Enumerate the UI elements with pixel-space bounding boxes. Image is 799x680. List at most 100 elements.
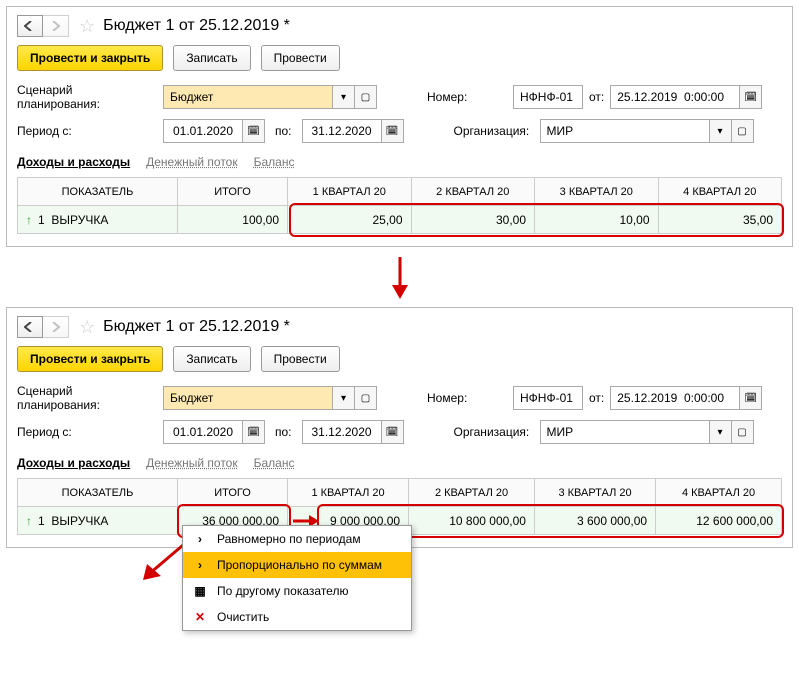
date-input[interactable] <box>610 85 740 109</box>
close-icon: ✕ <box>193 610 207 624</box>
q2-cell[interactable]: 10 800 000,00 <box>409 507 535 535</box>
q3-cell[interactable]: 10,00 <box>535 206 659 234</box>
up-arrow-icon: ↑ <box>26 213 32 227</box>
nav-forward-button[interactable] <box>43 316 69 338</box>
org-open-icon[interactable]: ▢ <box>732 119 754 143</box>
col-indicator: ПОКАЗАТЕЛЬ <box>18 178 178 206</box>
calendar-icon[interactable]: 🗓 <box>740 85 762 109</box>
period-from-label: Период с: <box>17 425 157 439</box>
col-indicator: ПОКАЗАТЕЛЬ <box>18 479 178 507</box>
tab-balance[interactable]: Баланс <box>254 456 295 470</box>
indicator-cell: ↑1 ВЫРУЧКА <box>18 206 178 234</box>
from-date-label: от: <box>589 90 604 104</box>
col-q4: 4 КВАРТАЛ 20 <box>658 178 782 206</box>
tab-income-expense[interactable]: Доходы и расходы <box>17 155 130 169</box>
from-date-label: от: <box>589 391 604 405</box>
period-from-input[interactable] <box>163 420 243 444</box>
q4-cell[interactable]: 35,00 <box>658 206 782 234</box>
col-q1: 1 КВАРТАЛ 20 <box>288 479 409 507</box>
favorite-star-icon[interactable]: ☆ <box>79 16 95 37</box>
indicator-cell: ↑1 ВЫРУЧКА <box>18 507 178 535</box>
org-dropdown-icon[interactable]: ▾ <box>710 420 732 444</box>
chevron-right-icon: › <box>193 532 207 546</box>
nav-back-button[interactable] <box>17 15 43 37</box>
save-button[interactable]: Записать <box>173 346 250 372</box>
page-title: Бюджет 1 от 25.12.2019 * <box>103 17 290 35</box>
chevron-right-icon: › <box>193 558 207 572</box>
calendar-icon[interactable]: 🗓 <box>740 386 762 410</box>
org-input[interactable] <box>540 119 710 143</box>
col-q4: 4 КВАРТАЛ 20 <box>656 479 782 507</box>
date-input[interactable] <box>610 386 740 410</box>
col-total: ИТОГО <box>178 178 288 206</box>
col-q3: 3 КВАРТАЛ 20 <box>534 479 655 507</box>
tab-balance[interactable]: Баланс <box>254 155 295 169</box>
menu-item-proportional[interactable]: › Пропорционально по суммам <box>183 552 411 578</box>
period-from-label: Период с: <box>17 124 157 138</box>
table-header-row: ПОКАЗАТЕЛЬ ИТОГО 1 КВАРТАЛ 20 2 КВАРТАЛ … <box>18 479 782 507</box>
menu-item-other-indicator[interactable]: ▦ По другому показателю <box>183 578 411 604</box>
post-button[interactable]: Провести <box>261 45 340 71</box>
org-label: Организация: <box>454 124 534 138</box>
tab-cashflow[interactable]: Денежный поток <box>146 456 237 470</box>
budget-panel-after: ☆ Бюджет 1 от 25.12.2019 * Провести и за… <box>6 307 793 548</box>
calendar-icon[interactable]: 🗓 <box>243 420 265 444</box>
scenario-open-icon[interactable]: ▢ <box>355 386 377 410</box>
arrow-down-icon <box>385 255 415 299</box>
col-q1: 1 КВАРТАЛ 20 <box>288 178 412 206</box>
q4-cell[interactable]: 12 600 000,00 <box>656 507 782 535</box>
post-and-close-button[interactable]: Провести и закрыть <box>17 45 163 71</box>
col-total: ИТОГО <box>178 479 288 507</box>
scenario-open-icon[interactable]: ▢ <box>355 85 377 109</box>
table-header-row: ПОКАЗАТЕЛЬ ИТОГО 1 КВАРТАЛ 20 2 КВАРТАЛ … <box>18 178 782 206</box>
menu-item-label: По другому показателю <box>217 584 348 598</box>
budget-table: ПОКАЗАТЕЛЬ ИТОГО 1 КВАРТАЛ 20 2 КВАРТАЛ … <box>17 177 782 234</box>
calendar-icon[interactable]: 🗓 <box>382 420 404 444</box>
post-button[interactable]: Провести <box>261 346 340 372</box>
period-to-input[interactable] <box>302 119 382 143</box>
tab-cashflow[interactable]: Денежный поток <box>146 155 237 169</box>
total-cell[interactable]: 100,00 <box>178 206 288 234</box>
post-and-close-button[interactable]: Провести и закрыть <box>17 346 163 372</box>
q3-cell[interactable]: 3 600 000,00 <box>534 507 655 535</box>
page-title: Бюджет 1 от 25.12.2019 * <box>103 318 290 336</box>
number-input[interactable] <box>513 386 583 410</box>
col-q2: 2 КВАРТАЛ 20 <box>409 479 535 507</box>
nav-forward-button[interactable] <box>43 15 69 37</box>
menu-item-label: Очистить <box>217 610 269 624</box>
table-row[interactable]: ↑1 ВЫРУЧКА 100,00 25,00 30,00 10,00 35,0… <box>18 206 782 234</box>
scenario-label: Сценарий планирования: <box>17 384 157 412</box>
org-open-icon[interactable]: ▢ <box>732 420 754 444</box>
period-from-input[interactable] <box>163 119 243 143</box>
scenario-dropdown-icon[interactable]: ▾ <box>333 386 355 410</box>
grid-icon: ▦ <box>193 584 207 598</box>
col-q3: 3 КВАРТАЛ 20 <box>535 178 659 206</box>
tab-income-expense[interactable]: Доходы и расходы <box>17 456 130 470</box>
menu-item-even[interactable]: › Равномерно по периодам <box>183 526 411 552</box>
nav-back-button[interactable] <box>17 316 43 338</box>
budget-panel-before: ☆ Бюджет 1 от 25.12.2019 * Провести и за… <box>6 6 793 247</box>
period-to-input[interactable] <box>302 420 382 444</box>
calendar-icon[interactable]: 🗓 <box>243 119 265 143</box>
menu-item-label: Равномерно по периодам <box>217 532 361 546</box>
scenario-input[interactable] <box>163 386 333 410</box>
q2-cell[interactable]: 30,00 <box>411 206 535 234</box>
period-to-label: по: <box>275 124 292 138</box>
number-input[interactable] <box>513 85 583 109</box>
up-arrow-icon: ↑ <box>26 514 32 528</box>
org-dropdown-icon[interactable]: ▾ <box>710 119 732 143</box>
scenario-label: Сценарий планирования: <box>17 83 157 111</box>
col-q2: 2 КВАРТАЛ 20 <box>411 178 535 206</box>
menu-item-label: Пропорционально по суммам <box>217 558 382 572</box>
number-label: Номер: <box>427 90 507 104</box>
scenario-dropdown-icon[interactable]: ▾ <box>333 85 355 109</box>
menu-item-clear[interactable]: ✕ Очистить <box>183 604 411 630</box>
org-input[interactable] <box>540 420 710 444</box>
period-to-label: по: <box>275 425 292 439</box>
context-menu: › Равномерно по периодам › Пропорционально… <box>182 525 412 631</box>
scenario-input[interactable] <box>163 85 333 109</box>
save-button[interactable]: Записать <box>173 45 250 71</box>
q1-cell[interactable]: 25,00 <box>288 206 412 234</box>
calendar-icon[interactable]: 🗓 <box>382 119 404 143</box>
favorite-star-icon[interactable]: ☆ <box>79 317 95 338</box>
